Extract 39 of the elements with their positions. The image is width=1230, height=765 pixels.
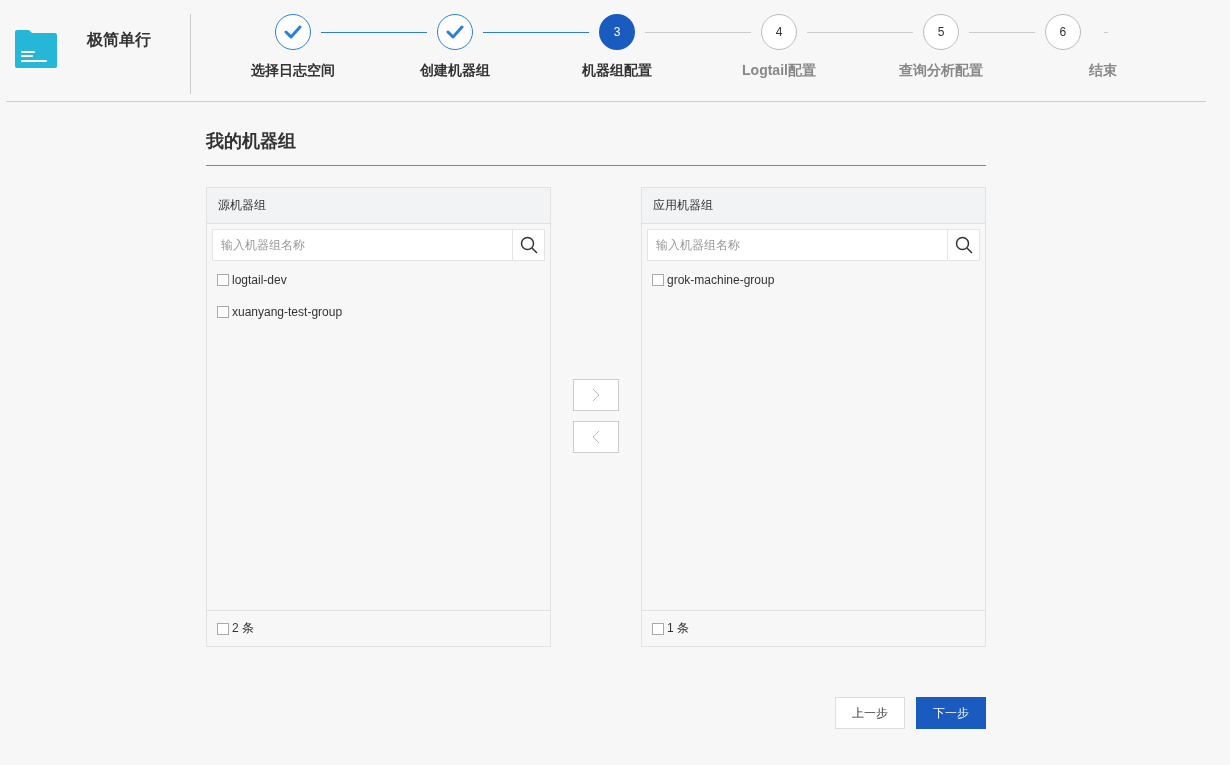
step-label: 查询分析配置 (899, 62, 983, 80)
step-label: 选择日志空间 (251, 62, 335, 80)
next-button[interactable]: 下一步 (916, 697, 986, 729)
checkbox[interactable] (652, 274, 664, 286)
search-input[interactable]: 输入机器组名称 (648, 230, 947, 260)
chevron-left-icon (592, 430, 600, 444)
step-indicator: 5 (923, 14, 959, 50)
item-label: grok-machine-group (667, 273, 775, 287)
search-field[interactable]: 输入机器组名称 (212, 229, 545, 261)
item-label: xuanyang-test-group (232, 305, 343, 319)
panel-title: 源机器组 (207, 188, 550, 224)
search-input[interactable]: 输入机器组名称 (213, 230, 512, 260)
item-count: 1 条 (667, 620, 689, 637)
checkbox[interactable] (217, 306, 229, 318)
section-title: 我的机器组 (206, 102, 986, 166)
check-icon (284, 25, 302, 39)
panel-title: 应用机器组 (642, 188, 985, 224)
item-count: 2 条 (232, 620, 254, 637)
search-field[interactable]: 输入机器组名称 (647, 229, 980, 261)
item-label: logtail-dev (232, 273, 287, 287)
search-icon (954, 236, 973, 254)
folder-icon (15, 30, 57, 68)
step-indicator: 4 (761, 14, 797, 50)
move-left-button[interactable] (573, 421, 619, 453)
select-all-checkbox[interactable] (652, 622, 664, 635)
step-indicator: 6 (1044, 14, 1081, 50)
checkbox[interactable] (217, 274, 229, 286)
back-button[interactable]: 上一步 (835, 697, 905, 729)
chevron-right-icon (592, 388, 600, 402)
search-icon (519, 236, 538, 254)
step-label: 机器组配置 (582, 62, 652, 80)
move-right-button[interactable] (573, 379, 619, 411)
step-indicator: 3 (599, 14, 635, 50)
step-label: 结束 (1089, 62, 1117, 80)
step-label: Logtail配置 (742, 62, 816, 80)
check-icon (446, 25, 464, 39)
select-all-checkbox[interactable] (217, 622, 229, 635)
step-label: 创建机器组 (420, 62, 490, 80)
app-title: 极简单行 (87, 30, 151, 50)
